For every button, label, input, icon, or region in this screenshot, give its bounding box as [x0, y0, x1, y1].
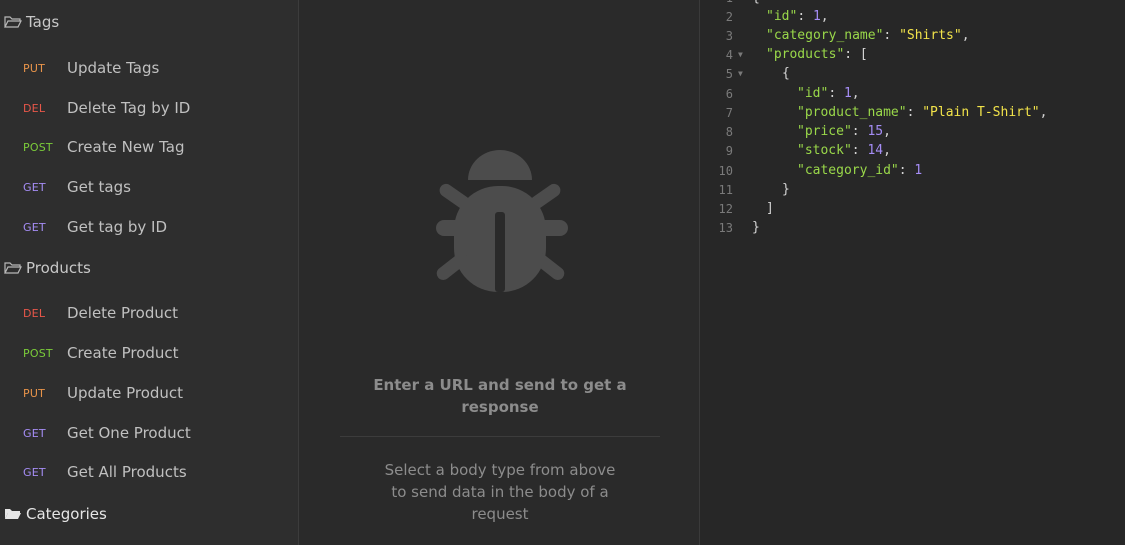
- folder-categories[interactable]: Categories: [4, 505, 107, 523]
- fold-toggle-icon[interactable]: ▼: [738, 50, 743, 59]
- code-text: "product_name": "Plain T-Shirt",: [797, 105, 1048, 120]
- method-badge: DEL: [23, 306, 46, 320]
- method-badge: DEL: [23, 101, 46, 115]
- code-text: {: [782, 66, 790, 81]
- request-label: Get All Products: [67, 463, 187, 481]
- request-item[interactable]: DEL Delete Tag by ID: [0, 91, 298, 125]
- empty-state-title: Enter a URL and send to get a response: [373, 376, 627, 416]
- line-number: 10: [718, 163, 733, 178]
- request-label: Delete Tag by ID: [67, 99, 191, 117]
- code-text: {: [752, 0, 760, 5]
- bug-icon: [428, 148, 573, 300]
- method-badge: GET: [23, 426, 46, 440]
- line-number: 13: [718, 220, 733, 235]
- line-number: 5: [725, 66, 733, 81]
- request-item[interactable]: PUT Update Tags: [0, 51, 298, 85]
- method-badge: POST: [23, 140, 53, 154]
- method-badge: GET: [23, 220, 46, 234]
- code-text: }: [752, 220, 760, 235]
- line-number: 12: [718, 201, 733, 216]
- line-number: 4: [725, 47, 733, 62]
- request-label: Update Tags: [67, 59, 160, 77]
- line-number: 1: [700, 0, 733, 5]
- request-item[interactable]: GET Get tags: [0, 170, 298, 204]
- folder-label: Products: [26, 259, 91, 277]
- request-item[interactable]: GET Get One Product: [0, 416, 298, 450]
- code-text: "id": 1,: [766, 9, 829, 24]
- code-text: "products": [: [766, 47, 868, 62]
- request-label: Update Product: [67, 384, 184, 402]
- code-text: }: [782, 182, 790, 197]
- folder-open-icon: [4, 261, 22, 275]
- request-item[interactable]: PUT Update Product: [0, 376, 298, 410]
- request-item[interactable]: DEL Delete Product: [0, 296, 298, 330]
- request-item[interactable]: POST Create Product: [0, 336, 298, 370]
- folder-open-icon: [4, 507, 22, 521]
- folder-tags[interactable]: Tags: [4, 13, 59, 31]
- line-number: 8: [725, 124, 733, 139]
- request-label: Delete Product: [67, 304, 179, 322]
- fold-toggle-icon[interactable]: ▼: [738, 69, 743, 78]
- response-viewer[interactable]: 1 { 2 "id": 1, 3 "category_name": "Shirt…: [700, 0, 1125, 545]
- line-number: 2: [725, 9, 733, 24]
- line-number: 3: [725, 28, 733, 43]
- request-label: Get One Product: [67, 424, 191, 442]
- folder-products[interactable]: Products: [4, 259, 91, 277]
- code-text: "price": 15,: [797, 124, 891, 139]
- method-badge: GET: [23, 465, 46, 479]
- method-badge: PUT: [23, 61, 46, 75]
- line-number: 7: [725, 105, 733, 120]
- request-item[interactable]: GET Get tag by ID: [0, 210, 298, 244]
- folder-label: Categories: [26, 505, 107, 523]
- line-number: 11: [718, 182, 733, 197]
- request-label: Get tag by ID: [67, 218, 168, 236]
- folder-label: Tags: [26, 13, 60, 31]
- line-number: 9: [725, 143, 733, 158]
- code-text: "stock": 14,: [797, 143, 891, 158]
- code-text: ]: [766, 201, 774, 216]
- empty-state-body: Select a body type from above to send da…: [384, 461, 616, 523]
- request-item[interactable]: GET Get All Products: [0, 455, 298, 489]
- divider: [340, 436, 660, 437]
- method-badge: POST: [23, 346, 53, 360]
- request-item[interactable]: POST Create New Tag: [0, 130, 298, 164]
- request-label: Get tags: [67, 178, 131, 196]
- line-number: 6: [725, 86, 733, 101]
- method-badge: GET: [23, 180, 46, 194]
- code-text: "category_id": 1: [797, 163, 923, 178]
- request-label: Create Product: [67, 344, 179, 362]
- folder-open-icon: [4, 15, 22, 29]
- method-badge: PUT: [23, 386, 46, 400]
- request-label: Create New Tag: [67, 138, 185, 156]
- code-text: "id": 1,: [797, 86, 860, 101]
- code-text: "category_name": "Shirts",: [766, 28, 970, 43]
- request-sidebar: Tags PUT Update Tags DEL Delete Tag by I…: [0, 0, 299, 545]
